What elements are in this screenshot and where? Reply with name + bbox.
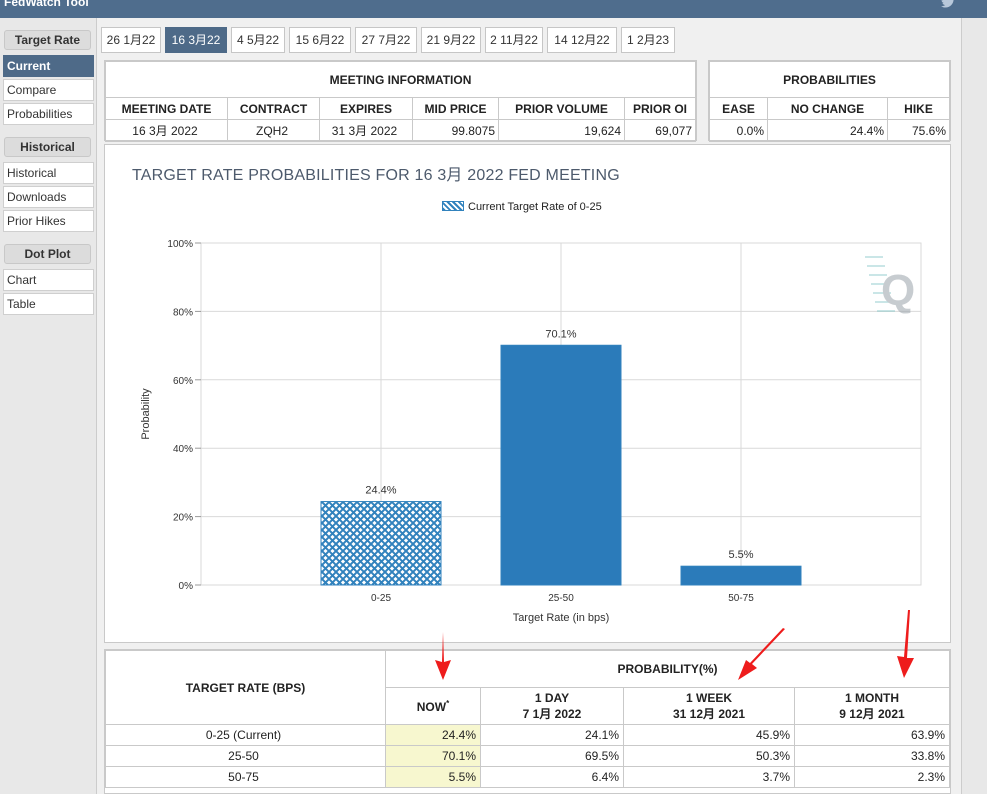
tab-meeting-6[interactable]: 21 9月22 bbox=[421, 27, 481, 53]
col-prior-volume: PRIOR VOLUME bbox=[498, 97, 625, 120]
tab-meeting-2[interactable]: 16 3月22 bbox=[165, 27, 227, 53]
x-tick-label: 50-75 bbox=[728, 593, 754, 604]
prior-volume-value: 19,624 bbox=[498, 119, 625, 142]
col-mid-price: MID PRICE bbox=[412, 97, 499, 120]
y-tick-label: 0% bbox=[179, 581, 194, 592]
one-week-value: 50.3% bbox=[623, 745, 795, 767]
bar-25-50 bbox=[500, 344, 622, 586]
bar-chart: 0% 20% 40% 60% 80% 100% 24.4% 0-25 70.1% 25-50 5.5… bbox=[140, 239, 922, 624]
tab-meeting-3[interactable]: 4 5月22 bbox=[231, 27, 285, 53]
sidebar-item-chart[interactable]: Chart bbox=[3, 269, 94, 291]
tab-meeting-4[interactable]: 15 6月22 bbox=[289, 27, 351, 53]
sidebar-item-probabilities[interactable]: Probabilities bbox=[3, 103, 94, 125]
one-day-value: 6.4% bbox=[480, 766, 624, 788]
sidebar-item-historical[interactable]: Historical bbox=[3, 162, 94, 184]
col-no-change: NO CHANGE bbox=[767, 97, 888, 120]
y-axis-label: Probability bbox=[140, 388, 152, 440]
one-week-value: 3.7% bbox=[623, 766, 795, 788]
x-tick-label: 0-25 bbox=[371, 593, 391, 604]
now-value: 24.4% bbox=[385, 724, 481, 746]
col-expires: EXPIRES bbox=[319, 97, 413, 120]
prior-oi-value: 69,077 bbox=[624, 119, 696, 142]
col-ease: EASE bbox=[709, 97, 768, 120]
sidebar-item-downloads[interactable]: Downloads bbox=[3, 186, 94, 208]
svg-text:Q: Q bbox=[881, 266, 915, 315]
meeting-info-heading: MEETING INFORMATION bbox=[105, 61, 696, 98]
chart-panel: TARGET RATE PROBABILITIES FOR 16 3月 2022… bbox=[104, 144, 951, 643]
one-week-value: 45.9% bbox=[623, 724, 795, 746]
tab-meeting-8[interactable]: 14 12月22 bbox=[547, 27, 617, 53]
one-day-value: 69.5% bbox=[480, 745, 624, 767]
y-tick-label: 80% bbox=[173, 307, 193, 318]
tab-meeting-7[interactable]: 2 11月22 bbox=[485, 27, 543, 53]
x-tick-label: 25-50 bbox=[548, 593, 574, 604]
app-titlebar: FedWatch Tool bbox=[0, 0, 987, 18]
table-row: 25-50 70.1% 69.5% 50.3% 33.8% bbox=[105, 745, 950, 767]
tab-meeting-1[interactable]: 26 1月22 bbox=[101, 27, 161, 53]
y-tick-label: 40% bbox=[173, 444, 193, 455]
col-hike: HIKE bbox=[887, 97, 950, 120]
probability-table-panel: TARGET RATE (BPS) PROBABILITY(%) NOW* 1 … bbox=[104, 649, 951, 794]
sidebar-heading-historical: Historical bbox=[4, 137, 91, 157]
table-row: 50-75 5.5% 6.4% 3.7% 2.3% bbox=[105, 766, 950, 788]
col-1-day: 1 DAY 7 1月 2022 bbox=[480, 687, 624, 725]
annotation-arrow-week bbox=[738, 628, 785, 680]
one-month-value: 2.3% bbox=[794, 766, 950, 788]
col-target-rate: TARGET RATE (BPS) bbox=[105, 650, 386, 725]
col-prior-oi: PRIOR OI bbox=[624, 97, 696, 120]
one-month-value: 33.8% bbox=[794, 745, 950, 767]
mid-price-value: 99.8075 bbox=[412, 119, 499, 142]
one-day-value: 24.1% bbox=[480, 724, 624, 746]
sidebar-heading-target-rate: Target Rate bbox=[4, 30, 91, 50]
cme-q-logo: Q bbox=[865, 256, 915, 315]
col-contract: CONTRACT bbox=[227, 97, 320, 120]
probability-group-heading: PROBABILITY(%) bbox=[385, 650, 950, 688]
twitter-icon[interactable] bbox=[940, 0, 956, 10]
y-tick-label: 20% bbox=[173, 513, 193, 524]
x-axis-label: Target Rate (in bps) bbox=[513, 612, 610, 624]
bar-50-75 bbox=[680, 565, 802, 586]
y-tick-label: 100% bbox=[167, 239, 193, 250]
bar-data-label: 5.5% bbox=[728, 549, 753, 561]
expires-value: 31 3月 2022 bbox=[319, 119, 413, 142]
sidebar-item-prior-hikes[interactable]: Prior Hikes bbox=[3, 210, 94, 232]
main-content: 26 1月22 16 3月22 4 5月22 15 6月22 27 7月22 2… bbox=[96, 18, 962, 794]
annotation-arrow-month bbox=[897, 610, 914, 678]
rate-label: 0-25 (Current) bbox=[105, 724, 386, 746]
col-meeting-date: MEETING DATE bbox=[105, 97, 228, 120]
bar-data-label: 24.4% bbox=[365, 485, 396, 497]
bar-0-25 bbox=[320, 501, 442, 586]
tab-meeting-5[interactable]: 27 7月22 bbox=[355, 27, 417, 53]
meeting-date-value: 16 3月 2022 bbox=[105, 119, 228, 142]
col-1-week: 1 WEEK 31 12月 2021 bbox=[623, 687, 795, 725]
probabilities-heading: PROBABILITIES bbox=[709, 61, 950, 98]
rate-label: 50-75 bbox=[105, 766, 386, 788]
col-now: NOW* bbox=[385, 687, 481, 725]
table-row: 0-25 (Current) 24.4% 24.1% 45.9% 63.9% bbox=[105, 724, 950, 746]
sidebar: Target Rate Current Compare Probabilitie… bbox=[0, 18, 96, 794]
ease-value: 0.0% bbox=[709, 119, 768, 142]
annotation-arrow-now bbox=[435, 632, 451, 680]
contract-value: ZQH2 bbox=[227, 119, 320, 142]
sidebar-heading-dot-plot: Dot Plot bbox=[4, 244, 91, 264]
no-change-value: 24.4% bbox=[767, 119, 888, 142]
sidebar-item-table[interactable]: Table bbox=[3, 293, 94, 315]
sidebar-item-compare[interactable]: Compare bbox=[3, 79, 94, 101]
rate-label: 25-50 bbox=[105, 745, 386, 767]
hike-value: 75.6% bbox=[887, 119, 950, 142]
meeting-info-panel: MEETING INFORMATION MEETING DATE CONTRAC… bbox=[104, 60, 697, 142]
y-tick-label: 60% bbox=[173, 376, 193, 387]
now-value: 5.5% bbox=[385, 766, 481, 788]
sidebar-item-current[interactable]: Current bbox=[3, 55, 94, 77]
col-1-month: 1 MONTH 9 12月 2021 bbox=[794, 687, 950, 725]
bar-data-label: 70.1% bbox=[545, 328, 576, 340]
now-value: 70.1% bbox=[385, 745, 481, 767]
tab-meeting-9[interactable]: 1 2月23 bbox=[621, 27, 675, 53]
app-title: FedWatch Tool bbox=[4, 0, 89, 9]
one-month-value: 63.9% bbox=[794, 724, 950, 746]
probabilities-panel: PROBABILITIES EASE NO CHANGE HIKE 0.0% 2… bbox=[708, 60, 951, 142]
